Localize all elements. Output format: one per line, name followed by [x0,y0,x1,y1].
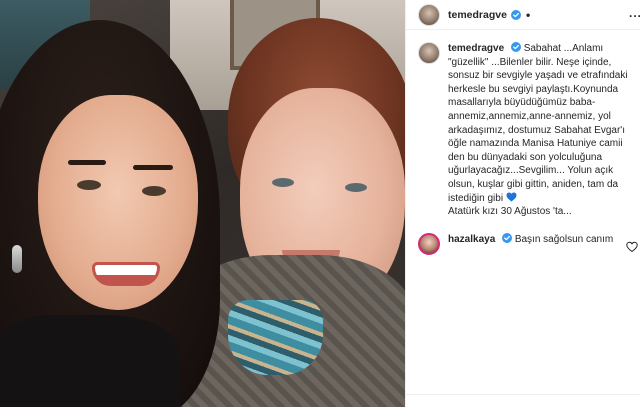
post-photo[interactable] [0,0,405,407]
author-username[interactable]: temedragve [448,9,507,21]
comment-row: hazalkaya Başın sağolsun canım [418,232,640,255]
heart-outline-icon[interactable] [626,241,638,253]
younger-woman-top [0,315,180,407]
comments-section: temedragve Sabahat ...Anlamı "güzellik" … [406,30,640,407]
blue-heart-emoji-icon [506,191,517,202]
post-sidebar: temedragve • ... temedragve Sabahat ...A… [405,0,640,407]
instagram-post: temedragve • ... temedragve Sabahat ...A… [0,0,640,407]
comment-body: hazalkaya Başın sağolsun canım [448,232,618,247]
verified-badge-icon [510,42,521,52]
caption-text-tail: Atatürk kızı 30 Ağustos 'ta... [448,206,572,218]
commenter-avatar[interactable] [418,232,440,255]
older-woman-left-eye [272,178,294,187]
commenter-username[interactable]: hazalkaya [448,234,495,245]
post-header: temedragve • ... [406,0,640,30]
younger-woman-earring [12,245,22,273]
younger-woman-left-brow [68,160,106,165]
younger-woman-right-eye [142,186,166,196]
caption-username[interactable]: temedragve [448,43,504,54]
older-woman-scarf [228,300,323,375]
caption-comment: temedragve Sabahat ...Anlamı "güzellik" … [418,42,640,219]
older-woman-right-eye [345,183,367,192]
caption-body: temedragve Sabahat ...Anlamı "güzellik" … [448,42,640,219]
comments-divider [406,394,640,395]
more-options-button[interactable]: ... [629,6,640,20]
header-separator: • [525,7,531,22]
author-avatar[interactable] [418,3,440,26]
caption-text: Sabahat ...Anlamı "güzellik" ...Bilenler… [448,43,628,204]
verified-badge-icon [510,9,521,20]
comment-text: Başın sağolsun canım [514,233,614,245]
younger-woman-smile [92,262,160,286]
verified-badge-icon [502,232,513,243]
caption-avatar[interactable] [418,42,440,64]
younger-woman-right-brow [133,165,173,170]
younger-woman-left-eye [77,180,101,190]
